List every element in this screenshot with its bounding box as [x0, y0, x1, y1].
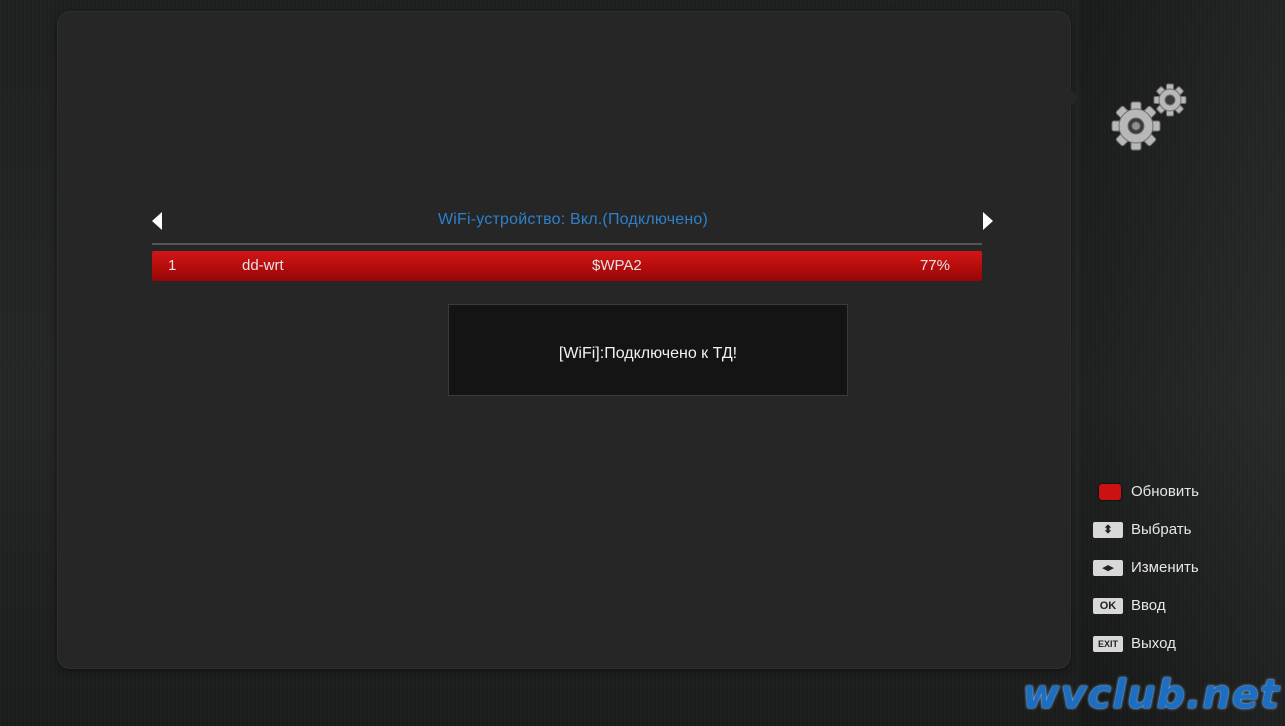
legend-refresh-label: Обновить — [1131, 483, 1199, 500]
ok-key-icon: OK — [1093, 598, 1123, 614]
ap-security: $WPA2 — [592, 257, 642, 274]
legend-select-label: Выбрать — [1131, 521, 1192, 538]
legend-exit-label: Выход — [1131, 635, 1176, 652]
wifi-status-title: WiFi-устройство: Вкл.(Подключено) — [437, 211, 709, 228]
legend-change-label: Изменить — [1131, 559, 1199, 576]
dialog-message: [WiFi]:Подключено к ТД! — [558, 345, 738, 362]
red-key-icon — [1099, 484, 1121, 500]
legend-enter[interactable]: OK Ввод — [1093, 593, 1273, 619]
connection-dialog: [WiFi]:Подключено к ТД! — [448, 304, 848, 396]
arrow-left-icon[interactable] — [152, 212, 162, 230]
access-point-row-selected[interactable]: 1 dd-wrt $WPA2 77% — [152, 251, 982, 281]
left-right-key-icon: ◂▸ — [1093, 560, 1123, 576]
ap-signal-strength: 77% — [919, 257, 950, 274]
exit-key-icon: EXIT — [1093, 636, 1123, 652]
ap-index: 1 — [168, 257, 177, 274]
title-divider — [152, 243, 982, 245]
legend-change[interactable]: ◂▸ Изменить — [1093, 555, 1273, 581]
legend-enter-label: Ввод — [1131, 597, 1166, 614]
key-legend: Обновить ⬍ Выбрать ◂▸ Изменить OK Ввод E… — [1093, 479, 1273, 669]
up-down-key-icon: ⬍ — [1093, 522, 1123, 538]
legend-select[interactable]: ⬍ Выбрать — [1093, 517, 1273, 543]
gears-icon — [1111, 83, 1187, 151]
legend-refresh[interactable]: Обновить — [1093, 479, 1273, 505]
panel-notch — [1068, 86, 1078, 110]
watermark-logo: wvclub.net — [1022, 672, 1280, 718]
legend-exit[interactable]: EXIT Выход — [1093, 631, 1273, 657]
arrow-right-icon[interactable] — [983, 212, 993, 230]
ap-ssid: dd-wrt — [242, 257, 284, 274]
